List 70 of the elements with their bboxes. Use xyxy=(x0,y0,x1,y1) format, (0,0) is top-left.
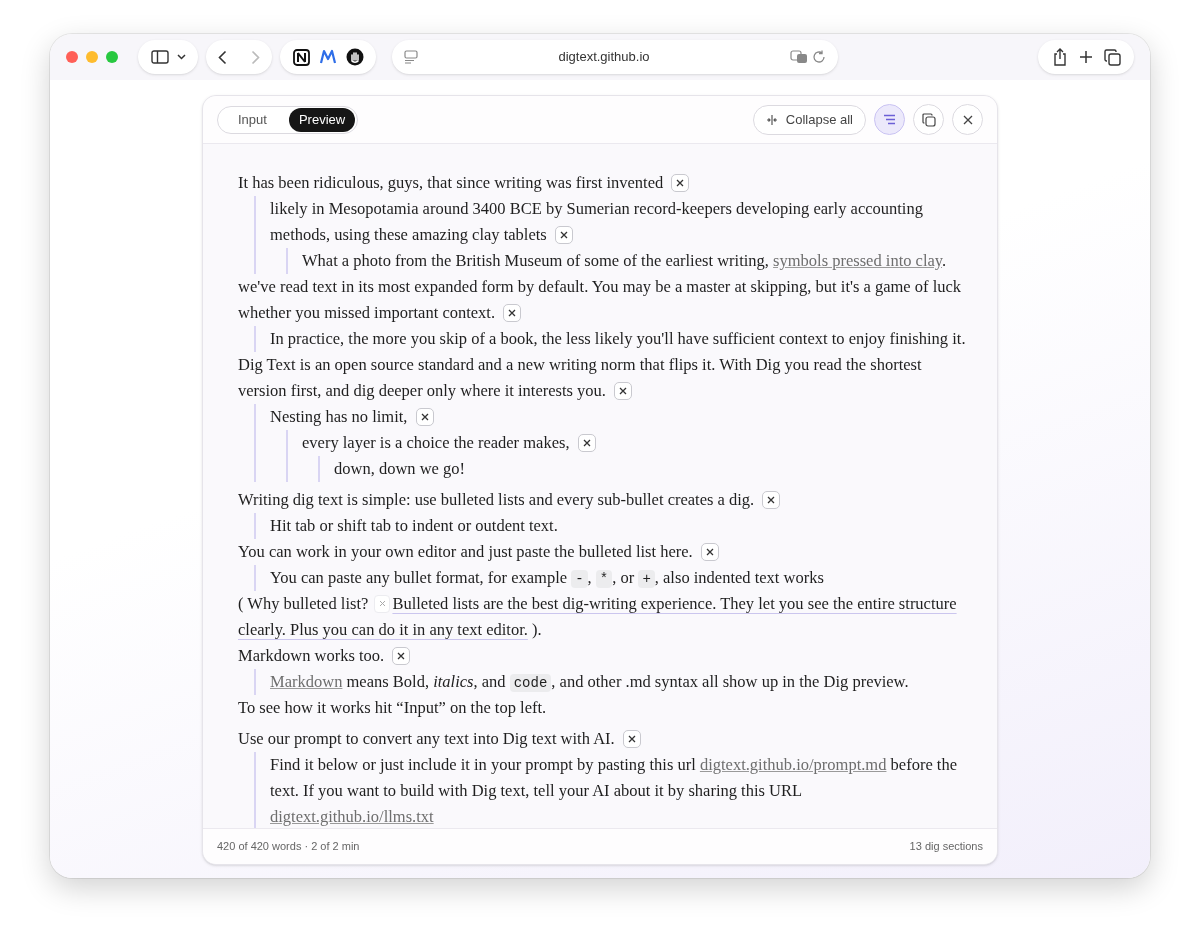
dig-paragraph: You can work in your own editor and just paste the bulleted list here. xyxy=(238,539,967,565)
word-count-text: 420 of 420 words · 2 of 2 min xyxy=(217,839,360,855)
sidebar-icon xyxy=(150,50,169,64)
dig-paragraph: down, down we go! xyxy=(334,458,467,480)
hand-icon[interactable] xyxy=(345,48,364,66)
collapse-toggle[interactable] xyxy=(613,381,632,400)
translate-icon[interactable] xyxy=(790,50,808,64)
dig-paragraph: In practice, the more you skip of a book, the less likely you'll have sufficient context to enjoy finishing it. xyxy=(270,328,967,350)
reload-icon[interactable] xyxy=(812,50,826,64)
close-icon xyxy=(559,230,568,239)
view-tab[interactable]: Preview xyxy=(288,107,356,132)
dig-paragraph: Use our prompt to convert any text into Dig text with AI. xyxy=(238,726,967,752)
close-icon xyxy=(420,412,429,421)
view-tab[interactable]: Input xyxy=(220,107,285,132)
close-icon xyxy=(397,651,406,660)
dig-paragraph: ( Why bulleted list? Bulleted lists are the best dig-writing experience. They let you see the entire structure clearly. Plus you can do it in any text editor. ). xyxy=(238,593,958,641)
list-icon xyxy=(883,114,896,125)
close-icon xyxy=(767,495,776,504)
dig-paragraph: Markdown means Bold, italics, and code , and other .md syntax all show up in the Dig preview. xyxy=(270,671,910,694)
dig-paragraph: we've read text in its most expanded form by default. You may be a master at skipping, but it's a game of luck whether you missed important context. xyxy=(238,276,963,324)
link[interactable]: symbols pressed into clay xyxy=(773,251,943,270)
link[interactable]: Markdown xyxy=(270,672,343,691)
collapse-all-button[interactable]: Collapse all xyxy=(752,104,866,135)
collapse-toggle[interactable] xyxy=(762,490,781,509)
close-icon xyxy=(705,547,714,556)
dig-paragraph: Find it below or just include it in your prompt by pasting this url digtext.github.io/prompt.md before the text. If you want to build with Dig text, tell your AI about it by sharing this URL digtext.github.io/llms.txt xyxy=(270,754,958,828)
dig-paragraph: What a photo from the British Museum of some of the earliest writing, symbols pressed into clay. xyxy=(302,250,948,272)
collapse-toggle[interactable] xyxy=(392,646,411,665)
collapse-toggle[interactable] xyxy=(622,729,641,748)
collapse-toggle[interactable] xyxy=(415,407,434,426)
plus-icon[interactable] xyxy=(1078,50,1093,64)
outline-button[interactable] xyxy=(874,104,905,135)
dig-paragraph: Hit tab or shift tab to indent or outdent text. xyxy=(270,515,559,537)
copy-icon xyxy=(921,112,936,127)
dig-paragraph: Dig Text is an open source standard and a new writing norm that flips it. With Dig you read the shortest version first, and dig deeper only where it interests you. xyxy=(238,354,923,402)
dig-paragraph: To see how it works hit “Input” on the top left. xyxy=(238,697,548,719)
link[interactable]: digtext.github.io/prompt.md xyxy=(699,755,887,774)
close-icon xyxy=(676,178,685,187)
tabs-icon[interactable] xyxy=(1103,48,1121,66)
address-bar[interactable]: digtext.github.io xyxy=(392,40,838,74)
url-text: digtext.github.io xyxy=(557,48,651,67)
close-icon xyxy=(378,600,386,608)
dig-paragraph: Writing dig text is simple: use bulleted lists and every sub-bullet creates a dig. xyxy=(238,487,967,513)
back-icon[interactable] xyxy=(218,49,227,65)
close-window-icon[interactable] xyxy=(66,51,78,63)
dig-paragraph: Markdown works too. xyxy=(238,643,967,669)
dig-paragraph: every layer is a choice the reader makes, xyxy=(302,430,967,456)
share-icon[interactable] xyxy=(1051,48,1068,66)
collapse-toggle[interactable] xyxy=(503,303,522,322)
sidebar-button[interactable] xyxy=(138,40,198,74)
close-icon xyxy=(508,308,517,317)
chevron-down-icon xyxy=(176,54,186,60)
copy-button[interactable] xyxy=(913,104,944,135)
collapse-toggle[interactable] xyxy=(671,173,690,192)
dig-paragraph: Nesting has no limit, xyxy=(270,404,967,430)
link[interactable]: digtext.github.io/llms.txt xyxy=(270,807,434,826)
section-count-text: 13 dig sections xyxy=(909,839,983,855)
close-icon xyxy=(582,438,591,447)
dig-paragraph: likely in Mesopotamia around 3400 BCE by Sumerian record-keepers developing early accounting methods, using these amazing clay tablets xyxy=(270,198,924,246)
dig-paragraph: It has been ridiculous, guys, that since writing was first invented xyxy=(238,170,967,196)
close-icon xyxy=(618,386,627,395)
collapse-toggle[interactable] xyxy=(554,225,573,244)
close-icon xyxy=(962,114,973,125)
dig-paragraph: You can paste any bullet format, for example - , * , or + , also indented text works xyxy=(270,567,825,590)
collapse-toggle[interactable] xyxy=(577,433,596,452)
close-icon xyxy=(627,734,636,743)
collapse-icon xyxy=(765,113,778,126)
collapse-toggle[interactable] xyxy=(700,542,719,561)
page-menu-icon[interactable] xyxy=(404,50,418,64)
extension-icon[interactable] xyxy=(292,48,310,66)
